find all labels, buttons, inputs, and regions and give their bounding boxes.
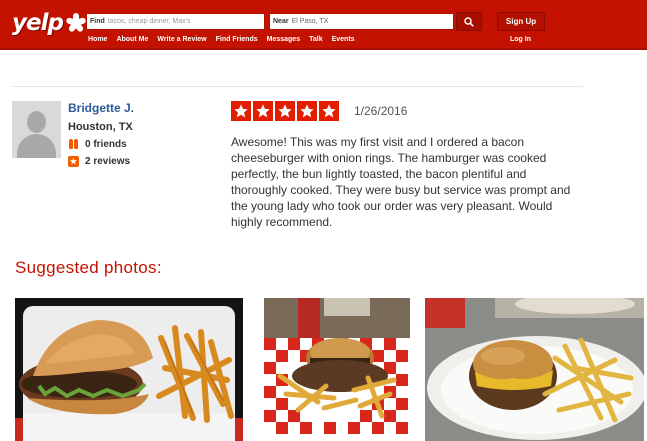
nav-find-friends[interactable]: Find Friends bbox=[216, 36, 258, 43]
login-link[interactable]: Log In bbox=[510, 36, 531, 43]
nav-messages[interactable]: Messages bbox=[267, 36, 300, 43]
search-icon bbox=[464, 16, 474, 27]
yelp-logo[interactable]: yelp bbox=[12, 9, 87, 37]
star-icon bbox=[297, 101, 317, 121]
nav-about-me[interactable]: About Me bbox=[116, 36, 148, 43]
nav-talk[interactable]: Talk bbox=[309, 36, 323, 43]
reviews-text: 2 reviews bbox=[85, 156, 131, 167]
nav-home[interactable]: Home bbox=[88, 36, 107, 43]
star-icon bbox=[319, 101, 339, 121]
near-value: El Paso, TX bbox=[291, 18, 329, 25]
burger-plate-photo[interactable] bbox=[425, 298, 644, 441]
search-button[interactable] bbox=[456, 12, 482, 31]
star-icon bbox=[275, 101, 295, 121]
find-label: Find bbox=[90, 18, 105, 25]
nav-write-review[interactable]: Write a Review bbox=[157, 36, 206, 43]
reviewer-location: Houston, TX bbox=[68, 121, 133, 133]
main-nav: Home About Me Write a Review Find Friend… bbox=[88, 36, 355, 43]
reviewer-name[interactable]: Bridgette J. bbox=[68, 101, 134, 115]
nav-events[interactable]: Events bbox=[332, 36, 355, 43]
review-date: 1/26/2016 bbox=[354, 104, 408, 118]
reviews-count: ★ 2 reviews bbox=[68, 156, 130, 167]
burger-basket-photo[interactable] bbox=[264, 298, 410, 441]
star-icon bbox=[253, 101, 273, 121]
find-placeholder: tacos, cheap dinner, Max's bbox=[107, 18, 191, 25]
near-input[interactable]: Near El Paso, TX bbox=[269, 13, 454, 30]
star-rating bbox=[231, 101, 339, 121]
signup-button[interactable]: Sign Up bbox=[497, 12, 545, 31]
star-icon bbox=[231, 101, 251, 121]
logo-wordmark: yelp bbox=[12, 10, 64, 36]
avatar[interactable] bbox=[12, 101, 61, 158]
suggested-photos-heading: Suggested photos: bbox=[15, 258, 162, 277]
friends-text: 0 friends bbox=[85, 139, 127, 150]
top-header: yelp Find tacos, cheap dinner, Max's Near… bbox=[0, 0, 647, 50]
friends-count: 0 friends bbox=[68, 139, 127, 150]
avatar-body-shape bbox=[17, 134, 56, 158]
near-label: Near bbox=[273, 18, 289, 25]
review-star-icon: ★ bbox=[68, 156, 79, 167]
burger-fries-photo[interactable] bbox=[15, 298, 243, 441]
avatar-head-shape bbox=[27, 111, 46, 133]
section-divider bbox=[12, 86, 583, 87]
review-text: Awesome! This was my first visit and I o… bbox=[231, 135, 571, 229]
friends-icon bbox=[68, 139, 79, 150]
find-input[interactable]: Find tacos, cheap dinner, Max's bbox=[86, 13, 265, 30]
yelp-burst-icon bbox=[65, 12, 87, 34]
